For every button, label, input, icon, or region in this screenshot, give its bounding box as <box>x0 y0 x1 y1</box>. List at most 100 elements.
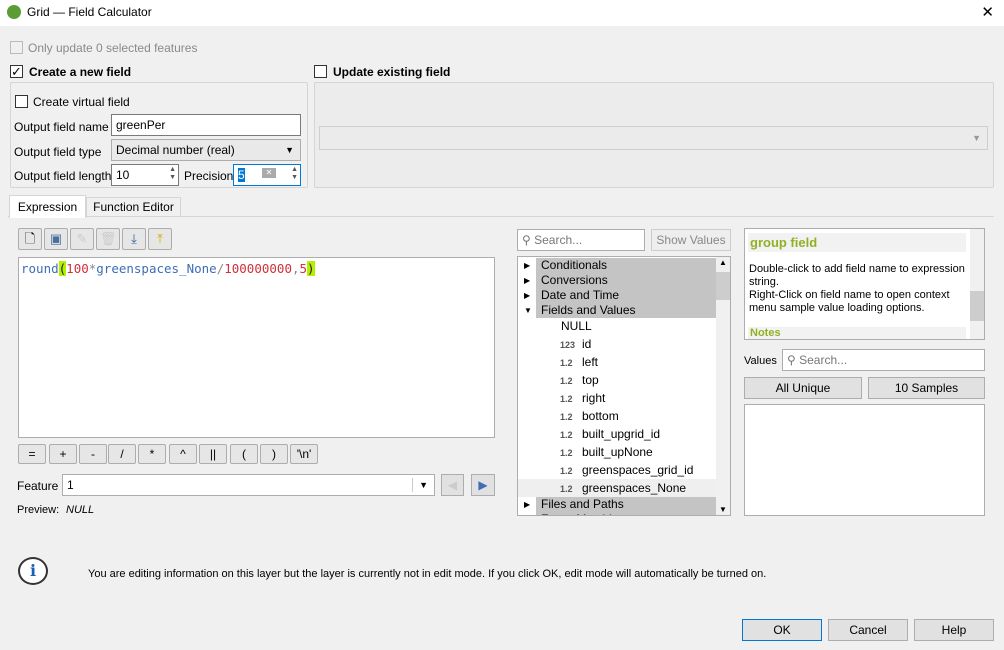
operator-button[interactable]: / <box>108 444 136 464</box>
import-icon[interactable]: ⤓ <box>122 228 146 250</box>
edit-icon: ✎ <box>70 228 94 250</box>
field-name: built_upgrid_id <box>582 427 661 441</box>
update-existing-checkbox[interactable] <box>314 65 327 78</box>
all-unique-button[interactable]: All Unique <box>744 377 862 399</box>
precision-spinbox[interactable]: 5 ✕ ▲ ▼ <box>233 164 301 186</box>
expression-token: ) <box>307 261 315 276</box>
expand-right-icon[interactable]: ▶ <box>524 288 530 303</box>
delete-icon: 🗑 <box>96 228 120 250</box>
tab-expression[interactable]: Expression <box>9 195 86 218</box>
create-new-field-checkbox[interactable]: ✓ <box>10 65 23 78</box>
values-label: Values <box>744 355 777 367</box>
tree-field-item[interactable]: 1.2 greenspaces_grid_id <box>560 461 693 479</box>
expand-right-icon[interactable]: ▶ <box>524 273 530 288</box>
output-name-input[interactable]: greenPer <box>111 114 301 136</box>
tree-field-item[interactable]: 1.2 built_upgrid_id <box>560 425 660 443</box>
virtual-field-label: Create virtual field <box>33 95 130 109</box>
operator-button[interactable]: ^ <box>169 444 197 464</box>
tree-field-item[interactable]: 1.2 top <box>560 371 599 389</box>
spin-arrows-icon[interactable]: ▲ ▼ <box>169 166 176 182</box>
expand-right-icon[interactable]: ▶ <box>524 258 530 273</box>
tree-category[interactable]: Conversions <box>536 273 716 288</box>
ok-button[interactable]: OK <box>742 619 822 641</box>
expand-down-icon[interactable]: ▼ <box>524 303 532 318</box>
tab-function-editor[interactable]: Function Editor <box>86 197 181 217</box>
field-name: left <box>582 355 599 369</box>
ten-samples-button[interactable]: 10 Samples <box>868 377 985 399</box>
update-existing-label: Update existing field <box>333 65 451 79</box>
tree-scrollbar[interactable]: ▲ ▼ <box>716 257 730 515</box>
field-name: greenspaces_None <box>582 481 687 495</box>
info-message: You are editing information on this laye… <box>88 568 767 580</box>
tree-field-item[interactable]: 1.2 bottom <box>560 407 619 425</box>
help-title: group field <box>748 233 966 252</box>
field-name: top <box>582 373 599 387</box>
clear-icon[interactable]: ✕ <box>262 168 276 178</box>
operator-button[interactable]: ( <box>230 444 258 464</box>
output-length-spinbox[interactable]: 10 ▲ ▼ <box>111 164 179 186</box>
only-update-label: Only update 0 selected features <box>28 41 198 55</box>
search-icon: ⚲ <box>787 353 800 367</box>
expression-token: round <box>21 261 59 276</box>
operator-button[interactable]: || <box>199 444 227 464</box>
new-file-icon[interactable]: 🗋 <box>18 228 42 250</box>
help-scrollbar[interactable] <box>970 229 984 339</box>
chevron-down-icon: ▼ <box>972 133 981 143</box>
function-tree[interactable]: ▶ Conditionals ▶ Conversions ▶ Date and Time ▼… <box>517 256 731 516</box>
operator-button[interactable]: - <box>79 444 107 464</box>
help-notes: Notes <box>748 327 966 339</box>
help-button[interactable]: Help <box>914 619 994 641</box>
tree-category[interactable]: Fields and Values <box>536 303 716 318</box>
virtual-field-checkbox[interactable] <box>15 95 28 108</box>
field-name: right <box>582 391 606 405</box>
field-name: greenspaces_grid_id <box>582 463 694 477</box>
cancel-button[interactable]: Cancel <box>828 619 908 641</box>
values-list[interactable] <box>744 404 985 516</box>
close-button[interactable]: ✕ <box>981 3 994 21</box>
expression-editor[interactable]: round(100*greenspaces_None/100000000,5) <box>18 257 495 438</box>
field-type-icon: 1.2 <box>560 394 573 404</box>
create-new-field-label: Create a new field <box>29 65 132 79</box>
next-feature-button[interactable]: ▶ <box>471 474 495 496</box>
tree-field-item[interactable]: 1.2 right <box>560 389 605 407</box>
tree-category[interactable]: Files and Paths <box>536 497 716 512</box>
tree-category[interactable]: Conditionals <box>536 258 716 273</box>
tree-field-item[interactable]: 1.2 left <box>560 353 598 371</box>
tree-field-item[interactable]: 1.2 built_upNone <box>560 443 653 461</box>
output-name-label: Output field name <box>14 120 109 134</box>
spin-arrows-icon[interactable]: ▲ ▼ <box>291 166 298 182</box>
tree-category[interactable]: Date and Time <box>536 288 716 303</box>
search-placeholder: Search... <box>534 233 583 247</box>
expand-right-icon[interactable]: ▶ <box>524 497 530 512</box>
field-name: bottom <box>582 409 619 423</box>
preview-label: Preview: <box>17 504 60 516</box>
output-type-value: Decimal number (real) <box>116 143 235 157</box>
window-title: Grid — Field Calculator <box>27 5 152 19</box>
expression-token: , <box>291 261 300 276</box>
export-icon[interactable]: ⤒ <box>148 228 172 250</box>
operator-button[interactable]: ) <box>260 444 288 464</box>
tree-null-item[interactable]: NULL <box>561 319 592 334</box>
operator-button[interactable]: '\n' <box>290 444 318 464</box>
field-type-icon: 1.2 <box>560 376 573 386</box>
operator-button[interactable]: + <box>49 444 77 464</box>
chevron-down-icon: ▼ <box>412 478 428 492</box>
expand-right-icon[interactable]: ▶ <box>524 512 530 515</box>
function-search-input[interactable]: ⚲ Search... <box>517 229 645 251</box>
values-search-input[interactable]: ⚲ Search... <box>782 349 985 371</box>
tree-field-item[interactable]: 123 id <box>560 335 591 353</box>
feature-select[interactable]: 1 ▼ <box>62 474 435 496</box>
field-name: built_upNone <box>582 445 653 459</box>
output-type-label: Output field type <box>14 145 102 159</box>
tree-category[interactable]: Fuzzy Matching <box>536 512 716 515</box>
only-update-checkbox[interactable] <box>10 41 23 54</box>
operator-button[interactable]: = <box>18 444 46 464</box>
operator-button[interactable]: * <box>138 444 166 464</box>
existing-field-select[interactable]: ▼ <box>319 126 988 150</box>
tree-field-item[interactable]: 1.2 greenspaces_None <box>518 479 718 497</box>
precision-value: 5 <box>238 168 245 182</box>
help-body-1: Double-click to add field name to expres… <box>749 263 965 288</box>
info-icon: i <box>18 557 48 585</box>
output-type-select[interactable]: Decimal number (real) ▼ <box>111 139 301 161</box>
save-icon[interactable]: ▣ <box>44 228 68 250</box>
